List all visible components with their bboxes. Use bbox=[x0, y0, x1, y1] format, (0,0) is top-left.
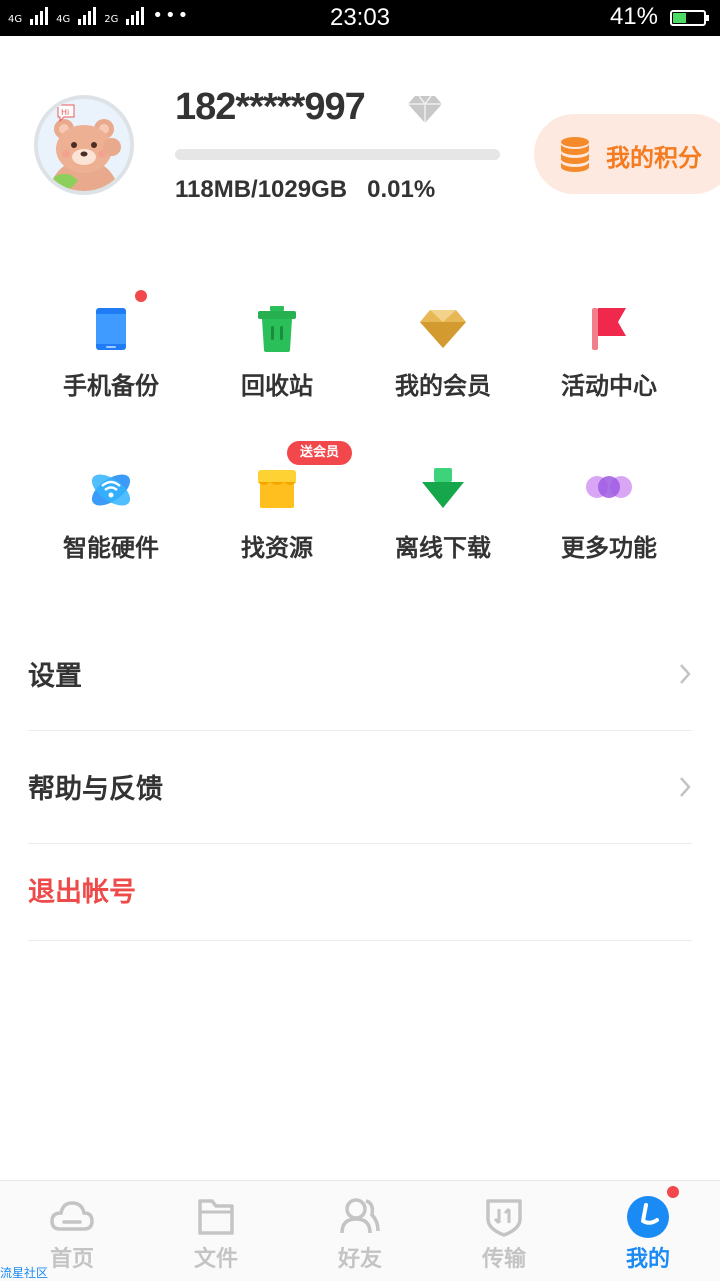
notification-dot bbox=[135, 290, 147, 302]
help-feedback-label: 帮助与反馈 bbox=[28, 767, 163, 806]
profile-icon bbox=[626, 1195, 670, 1239]
grid-item-recycle-bin[interactable]: 回收站 bbox=[194, 306, 360, 436]
flag-icon bbox=[584, 306, 634, 356]
logout-label: 退出帐号 bbox=[28, 870, 136, 909]
grid-item-activity-center[interactable]: 活动中心 bbox=[526, 306, 692, 436]
settings-row[interactable]: 设置 bbox=[28, 618, 692, 731]
svg-text:Hi: Hi bbox=[61, 108, 69, 117]
tab-me[interactable]: 我的 bbox=[576, 1181, 720, 1281]
folder-icon bbox=[194, 1195, 238, 1239]
tab-label: 文件 bbox=[144, 1241, 288, 1273]
grid-item-offline-download[interactable]: 离线下载 bbox=[360, 468, 526, 598]
grid-item-label: 智能硬件 bbox=[28, 528, 194, 563]
tab-notification-dot bbox=[667, 1186, 679, 1198]
watermark: 流星社区 bbox=[0, 1266, 48, 1280]
grid-item-smart-hardware[interactable]: 智能硬件 bbox=[28, 468, 194, 598]
tab-label: 传输 bbox=[432, 1241, 576, 1273]
username: 182*****997 bbox=[175, 86, 365, 129]
logout-row[interactable]: 退出帐号 bbox=[28, 844, 692, 941]
battery-percent: 41% bbox=[610, 3, 658, 31]
grid-item-find-resources[interactable]: 找资源 bbox=[194, 468, 360, 598]
cloud-icon bbox=[50, 1195, 94, 1239]
trash-icon bbox=[252, 306, 302, 356]
phone-icon bbox=[86, 306, 136, 356]
help-feedback-row[interactable]: 帮助与反馈 bbox=[28, 731, 692, 844]
grid-item-label: 活动中心 bbox=[526, 366, 692, 401]
diamond-icon bbox=[418, 306, 468, 356]
grid-item-membership[interactable]: 我的会员 bbox=[360, 306, 526, 436]
gift-membership-badge: 送会员 bbox=[287, 441, 352, 465]
grid-item-label: 回收站 bbox=[194, 366, 360, 401]
battery-icon bbox=[670, 10, 706, 26]
more-dots-icon bbox=[584, 468, 634, 518]
grid-item-label: 找资源 bbox=[194, 528, 360, 563]
tab-files[interactable]: 文件 bbox=[144, 1181, 288, 1281]
storage-usage: 118MB/1029GB 0.01% bbox=[175, 176, 435, 204]
chevron-right-icon bbox=[678, 775, 692, 799]
grid-item-more-features[interactable]: 更多功能 bbox=[526, 468, 692, 598]
grid-item-label: 离线下载 bbox=[360, 528, 526, 563]
bear-avatar-icon: Hi bbox=[38, 99, 130, 191]
settings-label: 设置 bbox=[28, 654, 82, 693]
storage-usage-text: 118MB/1029GB bbox=[175, 176, 347, 203]
friends-icon bbox=[338, 1195, 382, 1239]
grid-item-phone-backup[interactable]: 手机备份 bbox=[28, 306, 194, 436]
bottom-tab-bar: 首页 文件 好友 传输 我的 bbox=[0, 1180, 720, 1281]
grid-item-label: 手机备份 bbox=[28, 366, 194, 401]
grid-item-label: 更多功能 bbox=[526, 528, 692, 563]
storage-usage-percent: 0.01% bbox=[367, 176, 435, 203]
storage-progress-bar bbox=[175, 149, 500, 160]
shop-icon bbox=[252, 468, 302, 518]
chevron-right-icon bbox=[678, 662, 692, 686]
my-points-button[interactable]: 我的积分 bbox=[534, 114, 720, 194]
coins-icon bbox=[560, 136, 590, 172]
status-bar: 4G 4G 2G ••• 23:03 41% bbox=[0, 0, 720, 36]
grid-item-label: 我的会员 bbox=[360, 366, 526, 401]
tab-friends[interactable]: 好友 bbox=[288, 1181, 432, 1281]
tab-transfer[interactable]: 传输 bbox=[432, 1181, 576, 1281]
my-points-label: 我的积分 bbox=[606, 138, 702, 173]
download-arrow-icon bbox=[418, 468, 468, 518]
transfer-icon bbox=[482, 1195, 526, 1239]
smart-hardware-icon bbox=[86, 468, 136, 518]
avatar[interactable]: Hi bbox=[34, 95, 134, 195]
tab-label: 我的 bbox=[576, 1241, 720, 1273]
vip-diamond-icon[interactable] bbox=[407, 94, 443, 124]
tab-label: 好友 bbox=[288, 1241, 432, 1273]
